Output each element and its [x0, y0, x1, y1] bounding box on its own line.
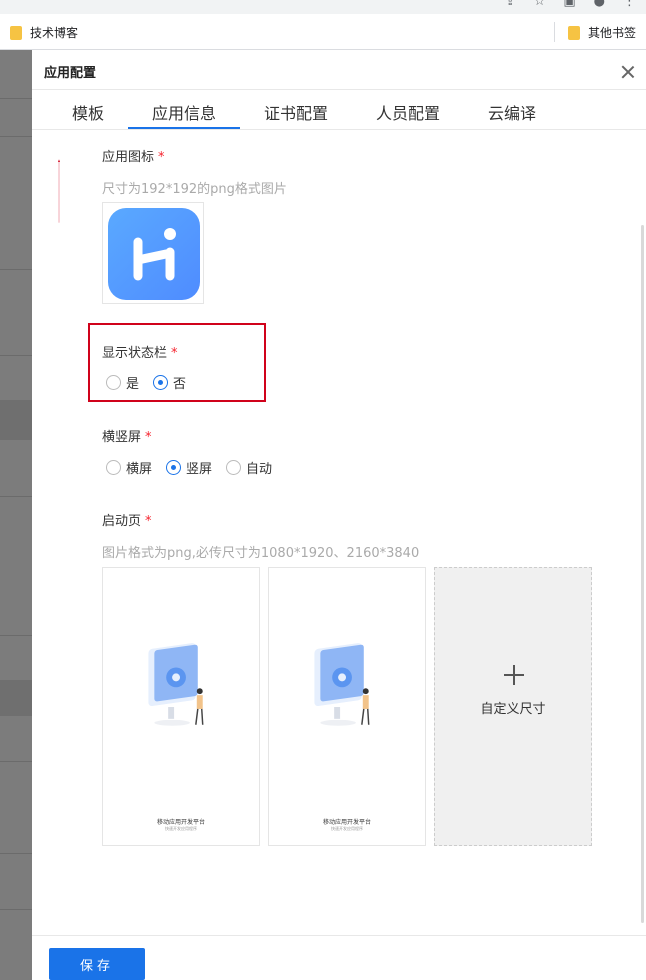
- splash-subcaption: 快速开发应用程序: [331, 826, 363, 831]
- sidepanel-icon[interactable]: ▣: [563, 0, 575, 9]
- tab-bar: 模板 应用信息 证书配置 人员配置 云编译: [32, 90, 646, 130]
- orientation-label: 横竖屏 *: [102, 430, 152, 445]
- bookmarks-bar: 技术博客 其他书签: [0, 14, 646, 50]
- annotation-arrow-icon: [58, 159, 60, 223]
- splash-subcaption: 快速开发应用程序: [165, 826, 197, 831]
- star-icon[interactable]: ☆: [534, 0, 546, 9]
- splash-caption: 移动应用开发平台: [322, 819, 371, 826]
- drawer-title: 应用配置: [44, 66, 97, 81]
- app-logo-icon: [108, 208, 200, 300]
- orientation-auto-radio[interactable]: 自动: [226, 458, 272, 477]
- browser-toolbar: ⇪ ☆ ▣ ● ⋮: [0, 0, 646, 14]
- orientation-radio-group: 横屏 竖屏 自动: [106, 458, 286, 477]
- orientation-portrait-radio[interactable]: 竖屏: [166, 458, 212, 477]
- status-bar-label: 显示状态栏 *: [102, 346, 178, 361]
- active-tab-indicator: [128, 127, 240, 129]
- folder-icon: [10, 25, 22, 40]
- splash-caption: 移动应用开发平台: [156, 819, 205, 826]
- splash-hint: 图片格式为png,必传尺寸为1080*1920、2160*3840: [102, 546, 420, 561]
- share-icon[interactable]: ⇪: [505, 0, 516, 9]
- bookmark-label: 技术博客: [30, 26, 79, 40]
- scrollbar[interactable]: [641, 225, 644, 923]
- profile-icon[interactable]: ●: [594, 0, 605, 9]
- splash-card[interactable]: 移动应用开发平台 快速开发应用程序: [102, 567, 260, 846]
- modal-backdrop[interactable]: [0, 50, 32, 980]
- orientation-landscape-radio[interactable]: 横屏: [106, 458, 152, 477]
- save-button[interactable]: 保存: [49, 948, 145, 980]
- bookmark-other[interactable]: 其他书签: [568, 24, 636, 41]
- close-icon[interactable]: [620, 64, 636, 80]
- custom-size-label: 自定义尺寸: [480, 702, 546, 717]
- custom-size-card[interactable]: 自定义尺寸: [434, 567, 592, 846]
- folder-icon: [568, 25, 580, 40]
- tab-template[interactable]: 模板: [72, 100, 104, 124]
- tab-app-info[interactable]: 应用信息: [152, 100, 216, 124]
- bookmark-label: 其他书签: [588, 26, 637, 40]
- status-bar-yes-radio[interactable]: 是: [106, 373, 139, 392]
- splash-label: 启动页 *: [102, 514, 152, 529]
- tab-members[interactable]: 人员配置: [376, 100, 440, 124]
- splash-illustration-icon: [148, 643, 204, 726]
- status-bar-no-radio[interactable]: 否: [153, 373, 186, 392]
- bookmark-tech-blog[interactable]: 技术博客: [10, 24, 78, 41]
- drawer-footer: 保存: [32, 935, 646, 980]
- app-icon-upload[interactable]: [102, 202, 204, 304]
- splash-illustration-icon: [314, 643, 370, 726]
- bookmarks-divider: [554, 22, 555, 42]
- status-bar-radio-group: 是 否: [106, 373, 200, 392]
- app-icon-hint: 尺寸为192*192的png格式图片: [102, 182, 287, 197]
- splash-card[interactable]: 移动应用开发平台 快速开发应用程序: [268, 567, 426, 846]
- plus-icon: [504, 665, 524, 685]
- app-icon-label: 应用图标 *: [102, 150, 165, 165]
- tab-cloud-build[interactable]: 云编译: [488, 100, 536, 124]
- tab-certificate[interactable]: 证书配置: [264, 100, 328, 124]
- more-icon[interactable]: ⋮: [623, 0, 636, 9]
- browser-toolbar-icons: ⇪ ☆ ▣ ● ⋮: [505, 0, 636, 9]
- app-config-drawer: 应用配置 模板 应用信息 证书配置 人员配置 云编译 应用图标 * 尺寸为192*…: [32, 50, 646, 980]
